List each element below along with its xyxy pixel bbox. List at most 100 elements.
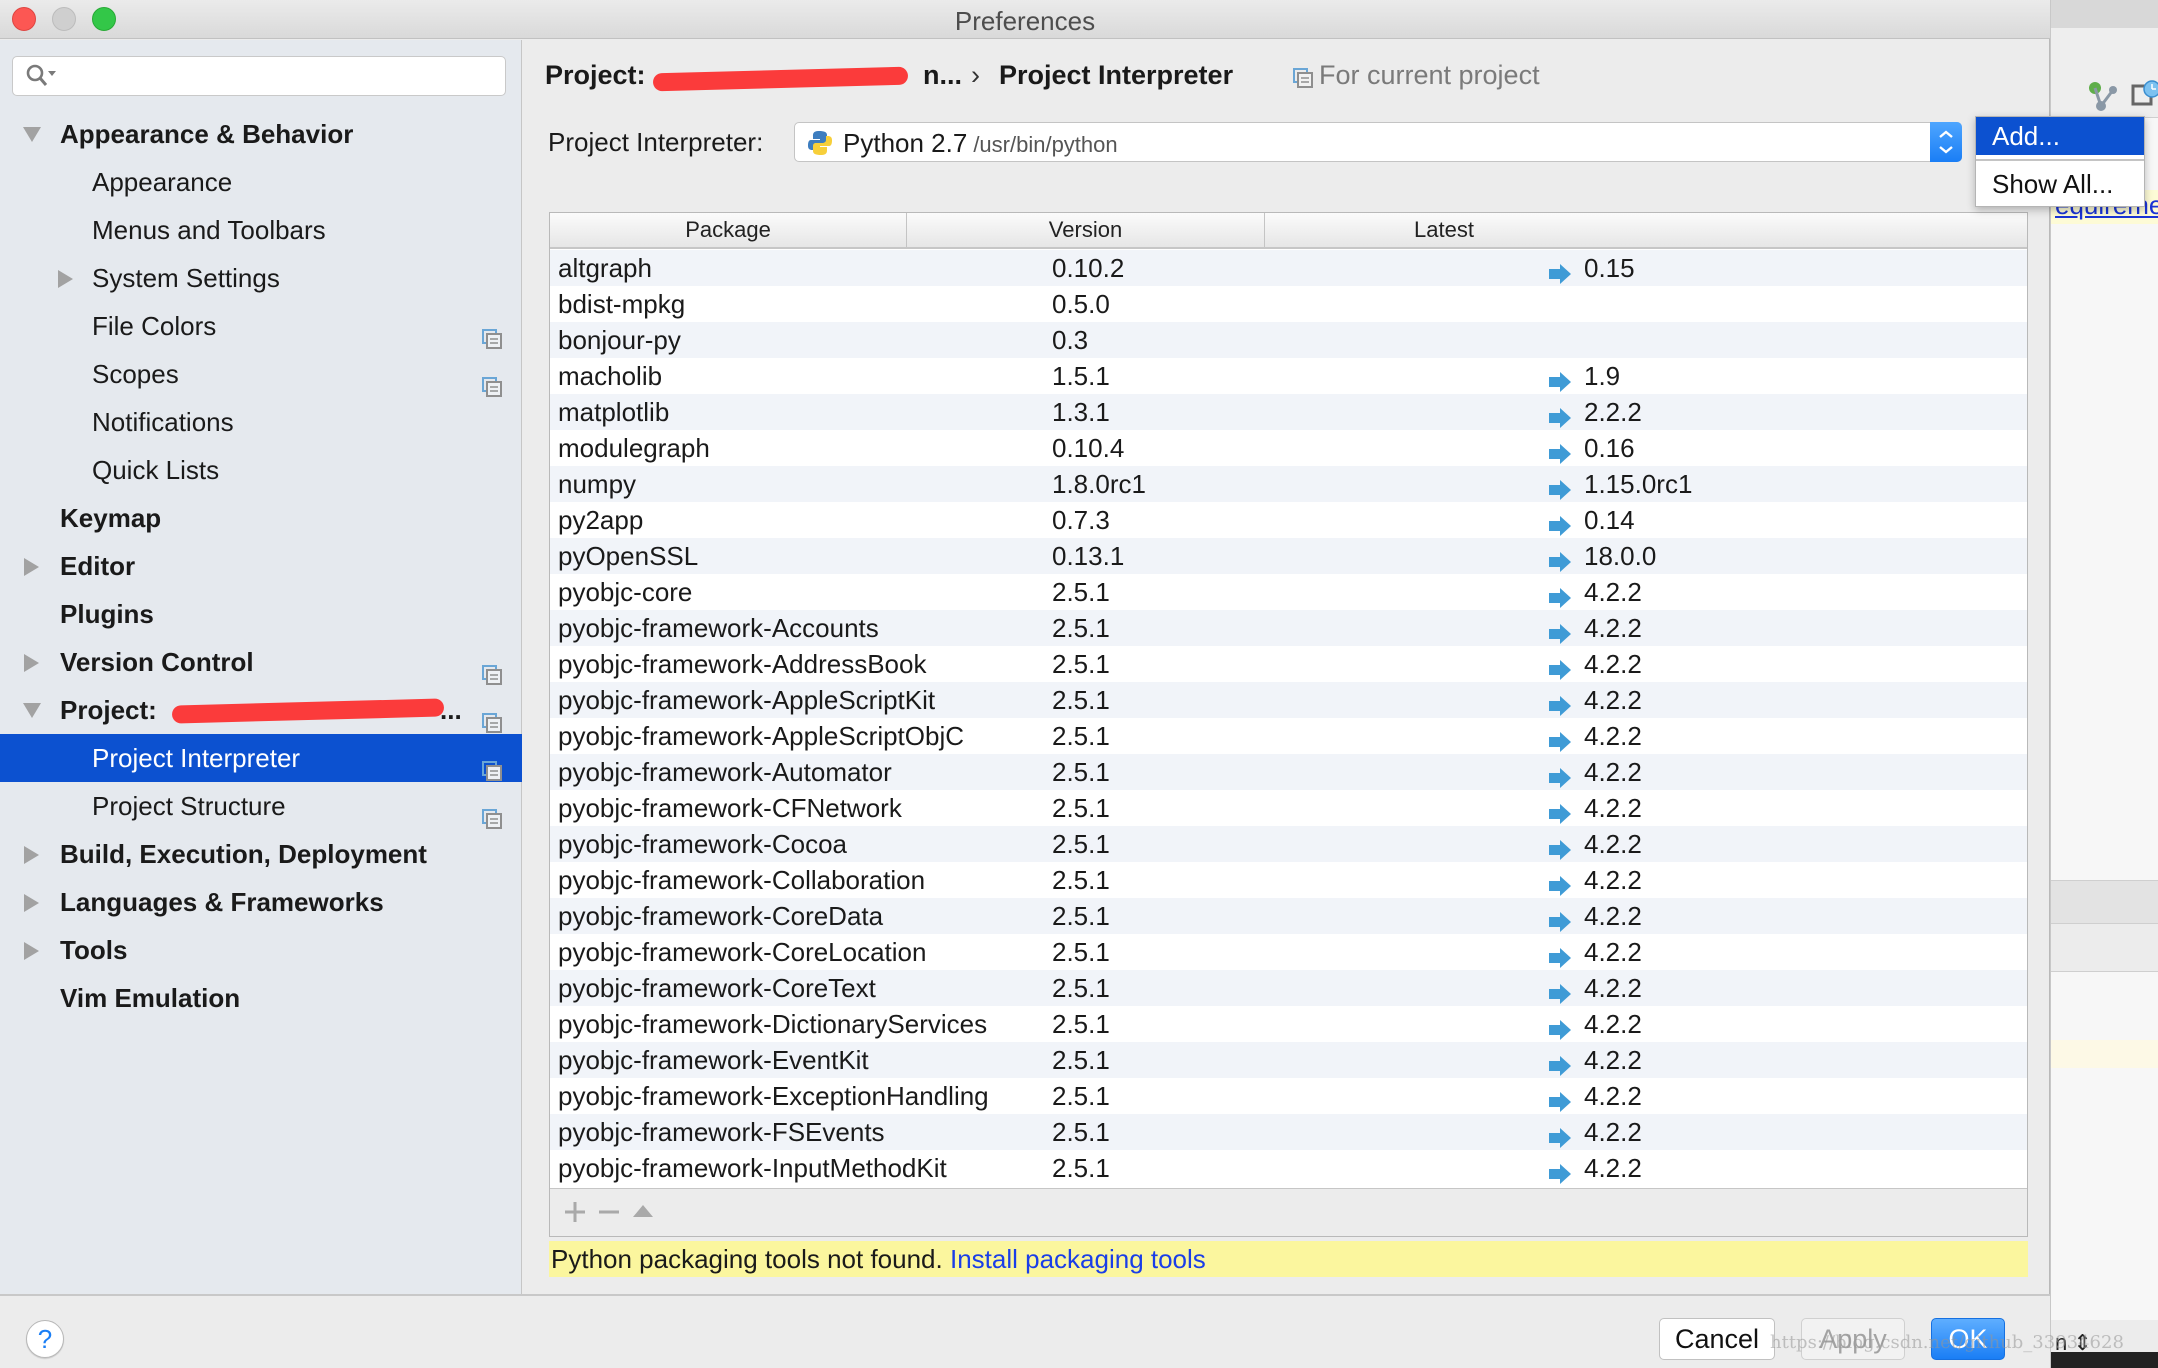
column-header-package[interactable]: Package <box>550 213 907 247</box>
sidebar-item-project-structure[interactable]: Project Structure <box>0 782 522 830</box>
table-row[interactable]: pyobjc-framework-CoreData 2.5.1 4.2.2 <box>550 898 2027 934</box>
package-version: 2.5.1 <box>1052 1009 1110 1039</box>
table-row[interactable]: pyobjc-framework-ExceptionHandling 2.5.1 4… <box>550 1078 2027 1114</box>
table-row[interactable]: pyobjc-framework-Automator 2.5.1 4.2.2 <box>550 754 2027 790</box>
ide-panel-header <box>2051 880 2158 924</box>
table-row[interactable]: pyobjc-framework-AppleScriptObjC 2.5.1 4.2… <box>550 718 2027 754</box>
table-row[interactable]: pyobjc-framework-InputMethodKit 2.5.1 4.2.… <box>550 1150 2027 1186</box>
sidebar-item-appearance-behavior[interactable]: Appearance & Behavior <box>0 110 522 158</box>
table-row[interactable]: pyobjc-framework-FSEvents 2.5.1 4.2.2 <box>550 1114 2027 1150</box>
menu-item-show-all[interactable]: Show All... <box>1976 165 2144 203</box>
table-row[interactable]: pyobjc-framework-Cocoa 2.5.1 4.2.2 <box>550 826 2027 862</box>
sidebar-item-system-settings[interactable]: System Settings <box>0 254 522 302</box>
table-row[interactable]: pyobjc-framework-CoreText 2.5.1 4.2.2 <box>550 970 2027 1006</box>
sidebar-item-file-colors[interactable]: File Colors <box>0 302 522 350</box>
table-header: Package Version Latest <box>550 213 2027 249</box>
sidebar-item-project-interpreter[interactable]: Project Interpreter <box>0 734 522 782</box>
table-row[interactable]: pyobjc-framework-CFNetwork 2.5.1 4.2.2 <box>550 790 2027 826</box>
sidebar-item-project[interactable]: Project:... <box>0 686 522 734</box>
table-row[interactable]: pyobjc-framework-Collaboration 2.5.1 4.2.2 <box>550 862 2027 898</box>
expand-arrow-right-icon[interactable] <box>22 830 44 878</box>
table-row[interactable]: numpy 1.8.0rc1 1.15.0rc1 <box>550 466 2027 502</box>
column-header-version[interactable]: Version <box>907 213 1265 247</box>
package-name: numpy <box>558 469 637 499</box>
column-header-latest[interactable]: Latest <box>1265 213 1623 247</box>
upgrade-available-icon <box>1548 978 1572 1004</box>
install-packaging-tools-link[interactable]: Install packaging tools <box>950 1244 1206 1274</box>
table-row[interactable]: modulegraph 0.10.4 0.16 <box>550 430 2027 466</box>
sidebar-item-label: Appearance & Behavior <box>60 119 354 149</box>
table-row[interactable]: pyOpenSSL 0.13.1 18.0.0 <box>550 538 2027 574</box>
remove-package-icon[interactable] <box>596 1199 622 1225</box>
settings-search-input[interactable] <box>12 56 506 96</box>
expand-arrow-right-icon[interactable] <box>56 254 78 302</box>
search-icon[interactable] <box>25 63 59 89</box>
sidebar-item-quick-lists[interactable]: Quick Lists <box>0 446 522 494</box>
cancel-button[interactable]: Cancel <box>1659 1318 1775 1360</box>
table-row[interactable]: pyobjc-core 2.5.1 4.2.2 <box>550 574 2027 610</box>
menu-separator <box>1976 159 2144 161</box>
package-name: pyobjc-framework-Cocoa <box>558 829 847 859</box>
expand-arrow-down-icon[interactable] <box>22 110 44 158</box>
expand-arrow-right-icon[interactable] <box>22 638 44 686</box>
sidebar-item-vim-emulation[interactable]: Vim Emulation <box>0 974 522 1022</box>
package-name: pyobjc-framework-CFNetwork <box>558 793 902 823</box>
package-latest-version: 2.2.2 <box>1584 397 1642 427</box>
history-icon[interactable] <box>2131 78 2158 112</box>
upgrade-available-icon <box>1548 546 1572 572</box>
package-version: 2.5.1 <box>1052 865 1110 895</box>
package-version: 2.5.1 <box>1052 829 1110 859</box>
upgrade-available-icon <box>1548 366 1572 392</box>
sidebar-item-tools[interactable]: Tools <box>0 926 522 974</box>
upgrade-available-icon <box>1548 510 1572 536</box>
expand-arrow-right-icon[interactable] <box>22 542 44 590</box>
sidebar-item-notifications[interactable]: Notifications <box>0 398 522 446</box>
sidebar-item-appearance[interactable]: Appearance <box>0 158 522 206</box>
upgrade-available-icon <box>1548 474 1572 500</box>
table-row[interactable]: pyobjc-framework-EventKit 2.5.1 4.2.2 <box>550 1042 2027 1078</box>
expand-arrow-down-icon[interactable] <box>22 686 44 734</box>
table-row[interactable]: pyobjc-framework-CoreLocation 2.5.1 4.2.2 <box>550 934 2027 970</box>
table-row[interactable]: altgraph 0.10.2 0.15 <box>550 250 2027 286</box>
upgrade-package-icon[interactable] <box>630 1199 656 1225</box>
project-scope-icon <box>482 748 502 781</box>
sidebar-item-label: Menus and Toolbars <box>92 215 326 245</box>
sidebar-item-plugins[interactable]: Plugins <box>0 590 522 638</box>
table-row[interactable]: matplotlib 1.3.1 2.2.2 <box>550 394 2027 430</box>
table-row[interactable]: pyobjc-framework-DictionaryServices 2.5.1… <box>550 1006 2027 1042</box>
table-row[interactable]: bonjour-py 0.3 <box>550 322 2027 358</box>
package-name: pyobjc-framework-AppleScriptObjC <box>558 721 965 751</box>
table-row[interactable]: macholib 1.5.1 1.9 <box>550 358 2027 394</box>
expand-arrow-right-icon[interactable] <box>22 926 44 974</box>
package-version: 2.5.1 <box>1052 685 1110 715</box>
package-name: pyobjc-framework-EventKit <box>558 1045 869 1075</box>
sidebar-item-menus-and-toolbars[interactable]: Menus and Toolbars <box>0 206 522 254</box>
help-button[interactable]: ? <box>26 1320 64 1358</box>
table-row[interactable]: pyobjc-framework-AddressBook 2.5.1 4.2.2 <box>550 646 2027 682</box>
sidebar-item-languages-frameworks[interactable]: Languages & Frameworks <box>0 878 522 926</box>
sidebar-item-keymap[interactable]: Keymap <box>0 494 522 542</box>
add-package-icon[interactable] <box>562 1199 588 1225</box>
sidebar-item-scopes[interactable]: Scopes <box>0 350 522 398</box>
vcs-branch-icon[interactable] <box>2087 80 2121 114</box>
sidebar-item-version-control[interactable]: Version Control <box>0 638 522 686</box>
project-scope-icon <box>482 364 502 397</box>
package-name: macholib <box>558 361 663 391</box>
breadcrumb-separator: › <box>971 60 980 90</box>
upgrade-available-icon <box>1548 726 1572 752</box>
interpreter-dropdown-button[interactable] <box>1930 122 1962 162</box>
menu-item-add[interactable]: Add... <box>1976 117 2144 155</box>
interpreter-select[interactable]: Python 2.7/usr/bin/python <box>794 122 1962 162</box>
interpreter-value: Python 2.7/usr/bin/python <box>843 128 1118 159</box>
scope-note: For current project <box>1319 60 1540 90</box>
settings-sidebar: Appearance & Behavior Appearance Menus and… <box>0 40 522 1294</box>
table-row[interactable]: pyobjc-framework-Accounts 2.5.1 4.2.2 <box>550 610 2027 646</box>
table-row[interactable]: pyobjc-framework-AppleScriptKit 2.5.1 4.2.… <box>550 682 2027 718</box>
package-version: 0.3 <box>1052 325 1089 355</box>
expand-arrow-right-icon[interactable] <box>22 878 44 926</box>
upgrade-available-icon <box>1548 1014 1572 1040</box>
table-row[interactable]: bdist-mpkg 0.5.0 <box>550 286 2027 322</box>
sidebar-item-build-execution-deployment[interactable]: Build, Execution, Deployment <box>0 830 522 878</box>
table-row[interactable]: py2app 0.7.3 0.14 <box>550 502 2027 538</box>
sidebar-item-editor[interactable]: Editor <box>0 542 522 590</box>
